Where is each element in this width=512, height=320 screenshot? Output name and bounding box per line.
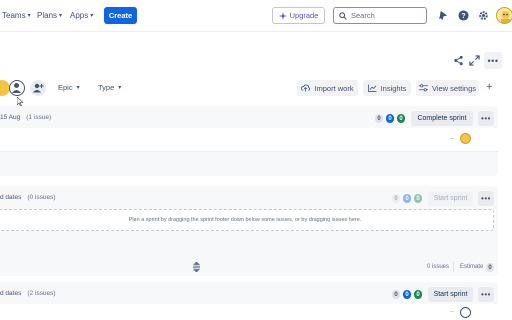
done-count-badge: 0 (414, 290, 422, 299)
sparkle-icon (278, 11, 287, 20)
sprint-1-more-button[interactable]: ••• (478, 111, 494, 126)
view-settings-label: View settings (431, 83, 477, 93)
upgrade-label: Upgrade (289, 11, 319, 20)
more-actions-button[interactable]: ••• (484, 52, 502, 69)
create-button[interactable]: Create (104, 7, 137, 24)
insights-label: Insights (380, 83, 407, 93)
sprint-panel-1: 15 Aug (1 issue) 0 0 0 Complete sprint ••… (0, 106, 498, 176)
sprint-2-more-button[interactable]: ••• (478, 191, 494, 206)
todo-count-badge: 0 (392, 290, 400, 299)
sprint-2-header[interactable]: d dates (0 issues) (0, 194, 56, 201)
issue-estimate: – (450, 135, 454, 142)
in-progress-count-badge: 0 (386, 114, 394, 123)
sprint-panel-3: d dates (2 issues) 0 0 0 Start sprint •••… (0, 282, 498, 320)
nav-apps-label: Apps (70, 11, 89, 20)
start-sprint-button[interactable]: Start sprint (428, 287, 473, 302)
sprint-2-dates: d dates (0, 194, 22, 201)
done-count-badge: 0 (414, 194, 422, 203)
search-icon (339, 11, 347, 20)
chevron-down-icon: ▾ (59, 13, 63, 19)
type-filter[interactable]: Type ▾ (98, 83, 121, 92)
nav-plans-label: Plans (37, 11, 58, 20)
sprint-3-dates: d dates (0, 290, 22, 297)
insights-button[interactable]: Insights (363, 80, 411, 96)
chevron-down-icon: ▾ (76, 85, 80, 91)
nav-teams[interactable]: Teams ▾ (2, 11, 31, 20)
search-field[interactable] (333, 7, 427, 24)
import-work-button[interactable]: Import work (297, 80, 358, 96)
sprint-1-issue-count: (1 issue) (26, 114, 52, 121)
nav-teams-label: Teams (2, 11, 26, 20)
chevron-down-icon: ▾ (90, 13, 94, 19)
nav-plans[interactable]: Plans ▾ (37, 11, 62, 20)
sprint-1-dates: 15 Aug (0, 114, 21, 121)
issue-row[interactable]: – (0, 128, 498, 152)
sprint-2-footer-estimate-value: 0 (486, 263, 494, 272)
chevron-down-icon: ▾ (118, 85, 122, 91)
help-icon[interactable]: ? (457, 9, 469, 21)
sprint-3-more-button[interactable]: ••• (478, 287, 494, 302)
import-work-label: Import work (314, 83, 354, 93)
svg-text:?: ? (461, 11, 466, 20)
nav-apps[interactable]: Apps ▾ (70, 11, 93, 20)
settings-gear-icon[interactable] (477, 9, 489, 21)
user-avatar[interactable] (496, 7, 512, 24)
sprint-2-footer-estimate-label: Estimate (460, 264, 484, 270)
sprint-dropzone[interactable]: Plan a sprint by dragging the sprint foo… (0, 209, 494, 231)
top-navigation: Teams ▾ Plans ▾ Apps ▾ Create Upgrade ? (0, 0, 512, 32)
issue-estimate: – (450, 308, 454, 315)
complete-sprint-button[interactable]: Complete sprint (411, 111, 473, 126)
view-settings-button[interactable]: View settings (416, 80, 479, 96)
sprint-2-issue-count: (0 issues) (27, 194, 56, 201)
expand-icon[interactable] (469, 55, 480, 68)
start-sprint-button[interactable]: Start sprint (428, 191, 473, 206)
upgrade-button[interactable]: Upgrade (272, 7, 325, 24)
chart-line-icon (367, 84, 377, 92)
sprint-1-header[interactable]: 15 Aug (1 issue) (0, 114, 51, 121)
add-icon[interactable]: + (486, 81, 492, 93)
todo-count-badge: 0 (375, 114, 383, 123)
issue-assignee-avatar[interactable] (460, 307, 471, 318)
sprint-2-footer-issues: 0 issues (427, 264, 450, 270)
add-people-button[interactable] (30, 80, 46, 96)
notifications-icon[interactable] (437, 9, 449, 21)
share-icon[interactable] (453, 55, 464, 68)
done-count-badge: 0 (397, 114, 405, 123)
type-filter-label: Type (98, 83, 115, 92)
sprint-panel-2: d dates (0 issues) 0 0 0 Start sprint •••… (0, 186, 498, 276)
epic-filter[interactable]: Epic ▾ (58, 83, 80, 92)
search-input[interactable] (351, 11, 421, 20)
chevron-down-icon: ▾ (27, 13, 31, 19)
issue-assignee-avatar[interactable] (460, 133, 471, 144)
drag-handle-icon[interactable] (192, 261, 201, 274)
footer-divider (453, 262, 454, 272)
todo-count-badge: 0 (392, 194, 400, 203)
sprint-3-issue-count: (2 issues) (27, 290, 56, 297)
cloud-upload-icon (301, 84, 311, 92)
in-progress-count-badge: 0 (403, 194, 411, 203)
unassigned-avatar[interactable] (9, 80, 25, 96)
in-progress-count-badge: 0 (403, 290, 411, 299)
epic-filter-label: Epic (58, 83, 73, 92)
issue-row[interactable]: – (0, 304, 498, 320)
sliders-icon (419, 84, 428, 92)
sprint-3-header[interactable]: d dates (2 issues) (0, 290, 56, 297)
